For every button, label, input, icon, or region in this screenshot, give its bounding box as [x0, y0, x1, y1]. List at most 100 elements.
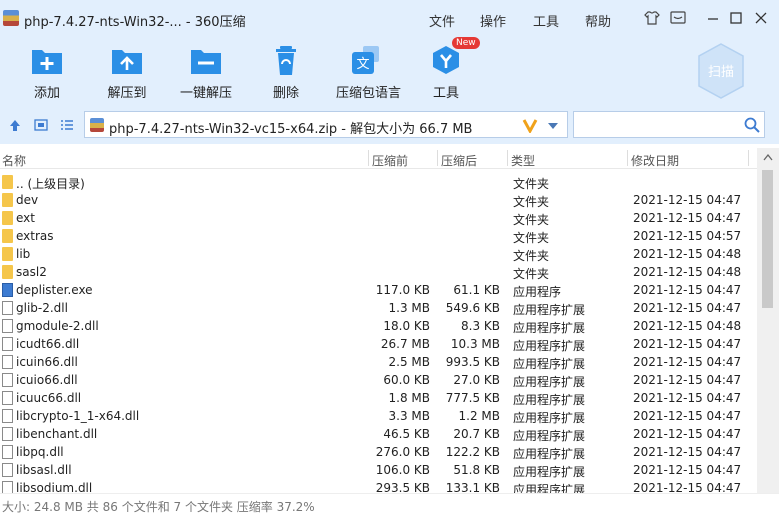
- file-icon: [2, 301, 13, 315]
- file-name: icuuc66.dll: [16, 391, 82, 405]
- file-type: 应用程序扩展: [513, 447, 586, 461]
- menu-file[interactable]: 文件: [429, 11, 455, 30]
- search-input[interactable]: [573, 111, 765, 138]
- table-row[interactable]: libsasl.dll 106.0 KB 51.8 KB 应用程序扩展 2021-12-…: [0, 461, 757, 479]
- feedback-icon[interactable]: [669, 9, 687, 27]
- modified-date: 2021-12-15 04:47: [633, 283, 742, 297]
- one-click-extract-button[interactable]: 一键解压: [176, 44, 236, 101]
- column-divider[interactable]: [748, 150, 749, 166]
- original-size: 46.5 KB: [383, 427, 430, 441]
- exe-icon: [2, 283, 13, 297]
- status-text: 大小: 24.8 MB 共 86 个文件和 7 个文件夹 压缩率 37.2%: [2, 500, 315, 514]
- v-logo-icon[interactable]: [522, 118, 538, 133]
- table-row[interactable]: libcrypto-1_1-x64.dll 3.3 MB 1.2 MB 应用程序扩展 2…: [0, 407, 757, 425]
- col-name[interactable]: 名称: [2, 152, 26, 169]
- file-name: lib: [16, 247, 31, 261]
- table-row[interactable]: gmodule-2.dll 18.0 KB 8.3 KB 应用程序扩展 2021-12-…: [0, 317, 757, 335]
- table-row[interactable]: sasl2 文件夹 2021-12-15 04:48: [0, 263, 757, 281]
- tools-button[interactable]: 工具: [416, 44, 476, 101]
- col-compressed-size[interactable]: 压缩后: [441, 152, 477, 169]
- status-bar: 大小: 24.8 MB 共 86 个文件和 7 个文件夹 压缩率 37.2%: [0, 493, 779, 517]
- maximize-icon[interactable]: [727, 9, 745, 27]
- extract-to-button[interactable]: 解压到: [97, 44, 157, 101]
- archive-language-button[interactable]: 文 压缩包语言: [336, 44, 401, 101]
- path-field[interactable]: php-7.4.27-nts-Win32-vc15-x64.zip - 解包大小…: [84, 111, 568, 138]
- column-divider[interactable]: [368, 150, 369, 166]
- column-divider[interactable]: [507, 150, 508, 166]
- table-row[interactable]: libenchant.dll 46.5 KB 20.7 KB 应用程序扩展 2021-1…: [0, 425, 757, 443]
- compressed-size: 51.8 KB: [453, 463, 500, 477]
- scroll-up-icon[interactable]: [763, 154, 773, 161]
- file-type: 文件夹: [513, 267, 550, 281]
- table-row[interactable]: icuuc66.dll 1.8 MB 777.5 KB 应用程序扩展 2021-12-1…: [0, 389, 757, 407]
- col-modified[interactable]: 修改日期: [631, 152, 679, 169]
- file-type: 应用程序: [513, 285, 562, 299]
- table-row[interactable]: deplister.exe 117.0 KB 61.1 KB 应用程序 2021-12-…: [0, 281, 757, 299]
- menu-operation[interactable]: 操作: [480, 11, 506, 30]
- folder-icon: [2, 193, 13, 207]
- file-name: icuio66.dll: [16, 373, 78, 387]
- minimize-icon[interactable]: [704, 9, 722, 27]
- archive-language-icon: 文: [352, 46, 379, 74]
- compressed-size: 8.3 KB: [461, 319, 500, 333]
- original-size: 2.5 MB: [388, 355, 430, 369]
- table-row[interactable]: libsodium.dll 293.5 KB 133.1 KB 应用程序扩展 2021-…: [0, 479, 757, 493]
- add-button[interactable]: 添加: [17, 44, 77, 101]
- modified-date: 2021-12-15 04:48: [633, 265, 742, 279]
- chevron-down-icon[interactable]: [547, 122, 559, 130]
- table-row[interactable]: .. (上级目录) 文件夹: [0, 173, 757, 191]
- scan-button[interactable]: 扫描: [696, 42, 746, 100]
- column-divider[interactable]: [437, 150, 438, 166]
- file-icon: [2, 373, 13, 387]
- search-icon[interactable]: [744, 117, 760, 133]
- table-row[interactable]: lib 文件夹 2021-12-15 04:48: [0, 245, 757, 263]
- original-size: 26.7 MB: [380, 337, 430, 351]
- file-name: libsodium.dll: [16, 481, 93, 493]
- up-arrow-icon[interactable]: [8, 118, 22, 132]
- original-size: 1.3 MB: [388, 301, 430, 315]
- file-name: libenchant.dll: [16, 427, 98, 441]
- skin-icon[interactable]: [643, 9, 661, 27]
- scrollbar[interactable]: [757, 148, 779, 493]
- table-row[interactable]: glib-2.dll 1.3 MB 549.6 KB 应用程序扩展 2021-12-15…: [0, 299, 757, 317]
- modified-date: 2021-12-15 04:47: [633, 355, 742, 369]
- original-size: 3.3 MB: [388, 409, 430, 423]
- list-view-icon[interactable]: [60, 118, 74, 132]
- original-size: 18.0 KB: [383, 319, 430, 333]
- file-type: 文件夹: [513, 231, 550, 245]
- svg-text:文: 文: [356, 57, 369, 72]
- file-type: 应用程序扩展: [513, 465, 586, 479]
- zip-icon: [90, 118, 104, 132]
- file-type: 应用程序扩展: [513, 393, 586, 407]
- close-icon[interactable]: [752, 9, 770, 27]
- file-icon: [2, 355, 13, 369]
- new-badge: New: [452, 37, 480, 49]
- table-row[interactable]: icuin66.dll 2.5 MB 993.5 KB 应用程序扩展 2021-12-1…: [0, 353, 757, 371]
- table-row[interactable]: ext 文件夹 2021-12-15 04:47: [0, 209, 757, 227]
- file-icon: [2, 409, 13, 423]
- file-icon: [2, 481, 13, 493]
- file-name: icudt66.dll: [16, 337, 80, 351]
- modified-date: 2021-12-15 04:57: [633, 229, 742, 243]
- file-type: 文件夹: [513, 177, 550, 191]
- table-row[interactable]: dev 文件夹 2021-12-15 04:47: [0, 191, 757, 209]
- scroll-thumb[interactable]: [762, 170, 773, 308]
- menu-tools[interactable]: 工具: [533, 11, 559, 30]
- original-size: 1.8 MB: [388, 391, 430, 405]
- menu-help[interactable]: 帮助: [585, 11, 611, 30]
- file-name: .. (上级目录): [16, 177, 85, 191]
- modified-date: 2021-12-15 04:47: [633, 301, 742, 315]
- compressed-size: 133.1 KB: [445, 481, 500, 493]
- table-row[interactable]: extras 文件夹 2021-12-15 04:57: [0, 227, 757, 245]
- table-row[interactable]: libpq.dll 276.0 KB 122.2 KB 应用程序扩展 2021-12-1…: [0, 443, 757, 461]
- col-original-size[interactable]: 压缩前: [372, 152, 408, 169]
- thumbnail-view-icon[interactable]: [34, 118, 48, 132]
- table-row[interactable]: icuio66.dll 60.0 KB 27.0 KB 应用程序扩展 2021-12-1…: [0, 371, 757, 389]
- table-row[interactable]: icudt66.dll 26.7 MB 10.3 MB 应用程序扩展 2021-12-1…: [0, 335, 757, 353]
- column-divider[interactable]: [627, 150, 628, 166]
- delete-button[interactable]: 删除: [256, 44, 316, 101]
- modified-date: 2021-12-15 04:47: [633, 211, 742, 225]
- folder-icon: [2, 211, 13, 225]
- col-type[interactable]: 类型: [511, 152, 535, 169]
- folder-icon: [2, 265, 13, 279]
